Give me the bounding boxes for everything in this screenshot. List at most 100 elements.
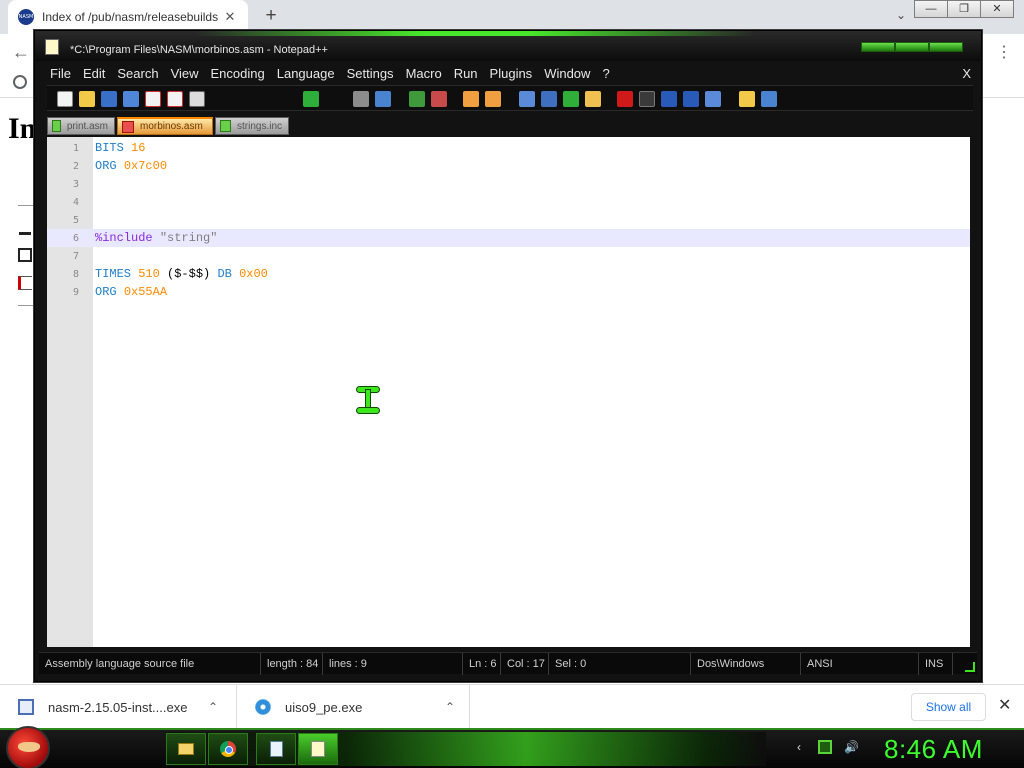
zoom-out-icon[interactable] [431, 91, 447, 107]
sync-horizontal-icon[interactable] [485, 91, 501, 107]
code-token: 0x55AA [123, 285, 168, 299]
restore-button[interactable]: ❐ [947, 0, 981, 18]
save-icon[interactable] [101, 91, 117, 107]
site-info-icon[interactable] [13, 75, 27, 89]
window-title: *C:\Program Files\NASM\morbinos.asm - No… [70, 44, 328, 56]
notepad-plus-plus-icon [311, 741, 325, 757]
page-heading: In [8, 112, 37, 145]
print-icon[interactable] [189, 91, 205, 107]
close-document-button[interactable]: X [962, 66, 971, 81]
npp-titlebar[interactable]: *C:\Program Files\NASM\morbinos.asm - No… [35, 31, 981, 61]
code-line[interactable]: 7 [47, 247, 970, 265]
find-icon[interactable] [353, 91, 369, 107]
play-macro-icon[interactable] [661, 91, 677, 107]
close-all-icon[interactable] [167, 91, 183, 107]
line-number: 8 [72, 268, 79, 280]
zoom-in-icon[interactable] [409, 91, 425, 107]
code-line[interactable]: 4 [47, 193, 970, 211]
code-line[interactable]: 8 TIMES 510 ($-$$) DB 0x00 [47, 265, 970, 283]
show-all-downloads-button[interactable]: Show all [911, 693, 986, 721]
save-macro-icon[interactable] [705, 91, 721, 107]
save-all-icon[interactable] [123, 91, 139, 107]
close-tab-icon[interactable]: ✕ [222, 9, 238, 25]
volume-icon[interactable]: 🔊 [844, 740, 859, 754]
menu-search[interactable]: Search [112, 63, 163, 84]
chevron-up-icon[interactable]: ⌃ [435, 700, 465, 714]
sync-vertical-icon[interactable] [463, 91, 479, 107]
browser-menu-icon[interactable]: ⋮ [996, 42, 1012, 62]
close-shelf-icon[interactable]: ✕ [998, 695, 1011, 715]
close-window-button[interactable]: ✕ [980, 0, 1014, 18]
taskbar-notepad[interactable] [256, 733, 296, 765]
download-item[interactable]: uiso9_pe.exe ⌃ [237, 685, 470, 729]
browser-tab-title: Index of /pub/nasm/releasebuilds [42, 10, 219, 24]
replace-icon[interactable] [375, 91, 391, 107]
menu-edit[interactable]: Edit [78, 63, 110, 84]
undo-icon[interactable] [303, 91, 319, 107]
menu-language[interactable]: Language [272, 63, 340, 84]
show-all-chars-icon[interactable] [541, 91, 557, 107]
clock[interactable]: 8:46 AM [884, 734, 983, 765]
resize-grip-icon[interactable] [965, 662, 975, 672]
npp-minimize-button[interactable] [861, 42, 895, 52]
code-token: BITS [95, 141, 124, 155]
code-line[interactable]: 2 ORG 0x7c00 [47, 157, 970, 175]
taskbar-notepad-plus-plus[interactable] [298, 733, 338, 765]
taskbar-file-explorer[interactable] [166, 733, 206, 765]
back-arrow-icon[interactable]: ← [12, 42, 30, 63]
current-code-line[interactable]: 6 %include "string" [47, 229, 970, 247]
menu-plugins[interactable]: Plugins [485, 63, 538, 84]
document-file-icon[interactable] [18, 276, 32, 290]
menu-encoding[interactable]: Encoding [206, 63, 270, 84]
menu-view[interactable]: View [166, 63, 204, 84]
chrome-icon [220, 741, 236, 757]
tab-strings-inc[interactable]: strings.inc [215, 117, 289, 135]
tab-morbinos-asm[interactable]: morbinos.asm [117, 117, 213, 135]
new-file-icon[interactable] [57, 91, 73, 107]
new-tab-button[interactable]: + [260, 6, 282, 28]
menu-bar: File Edit Search View Encoding Language … [45, 63, 975, 84]
record-macro-icon[interactable] [617, 91, 633, 107]
menu-run[interactable]: Run [449, 63, 483, 84]
close-file-icon[interactable] [145, 91, 161, 107]
start-button[interactable] [6, 726, 50, 768]
code-editor[interactable]: 1 BITS 16 2 ORG 0x7c00 3 4 5 6 %include "string"… [47, 137, 970, 647]
menu-file[interactable]: File [45, 63, 76, 84]
network-icon[interactable] [818, 740, 832, 754]
code-line[interactable]: 3 [47, 175, 970, 193]
code-line[interactable]: 1 BITS 16 [47, 139, 970, 157]
installer-file-icon [18, 699, 34, 715]
folder-workspace-icon[interactable] [739, 91, 755, 107]
tray-expand-icon[interactable]: ‹ [792, 740, 806, 754]
chevron-up-icon[interactable]: ⌃ [198, 700, 228, 714]
open-file-icon[interactable] [79, 91, 95, 107]
line-number: 3 [72, 178, 79, 190]
notepad-app-icon [45, 39, 59, 55]
binary-file-icon[interactable] [18, 248, 32, 262]
code-line[interactable]: 5 [47, 211, 970, 229]
menu-window[interactable]: Window [539, 63, 595, 84]
minimize-button[interactable]: — [914, 0, 948, 18]
spell-check-icon[interactable] [761, 91, 777, 107]
browser-tab[interactable]: NASM Index of /pub/nasm/releasebuilds ✕ [8, 0, 248, 34]
npp-maximize-button[interactable] [895, 42, 929, 52]
taskbar-chrome[interactable] [208, 733, 248, 765]
menu-macro[interactable]: Macro [401, 63, 447, 84]
tab-print-asm[interactable]: print.asm [47, 117, 115, 135]
document-map-icon[interactable] [585, 91, 601, 107]
code-line[interactable]: 9 ORG 0x55AA [47, 283, 970, 301]
back-folder-icon[interactable] [18, 226, 32, 240]
taskbar: ‹ 🔊 8:46 AM [0, 726, 1024, 768]
titlebar-glow [195, 31, 755, 36]
download-item[interactable]: nasm-2.15.05-inst....exe ⌃ [0, 685, 237, 729]
run-macro-multiple-icon[interactable] [683, 91, 699, 107]
status-length: length : 84 [261, 653, 323, 675]
stop-macro-icon[interactable] [639, 91, 655, 107]
indent-guide-icon[interactable] [563, 91, 579, 107]
notepad-icon [269, 741, 283, 757]
menu-settings[interactable]: Settings [342, 63, 399, 84]
npp-close-button[interactable] [929, 42, 963, 52]
menu-help[interactable]: ? [597, 63, 614, 84]
word-wrap-icon[interactable] [519, 91, 535, 107]
tab-search-icon[interactable]: ⌄ [896, 8, 906, 22]
